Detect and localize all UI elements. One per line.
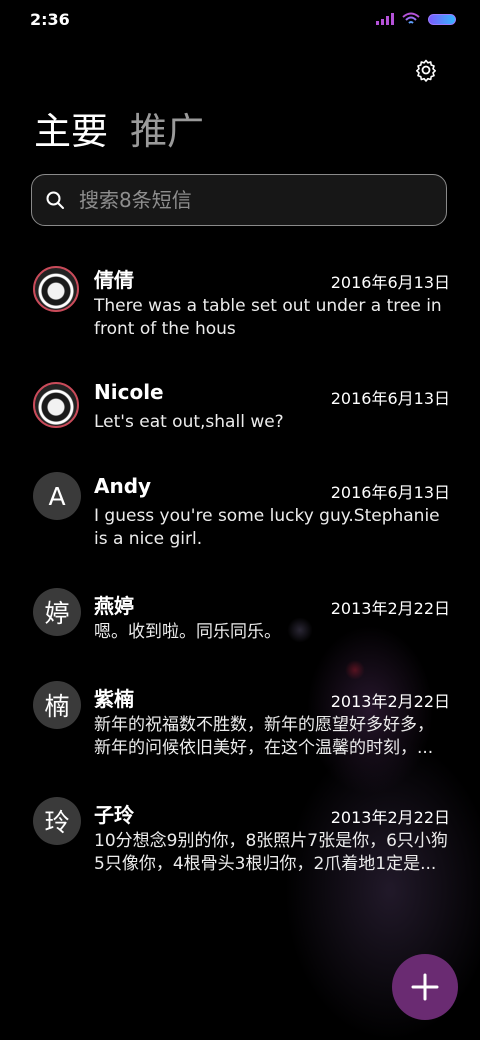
- sender-name: Andy: [94, 474, 152, 498]
- message-item[interactable]: 楠 紫楠 2013年2月22日 新年的祝福数不胜数，新年的愿望好多好多，新年的问…: [0, 681, 480, 771]
- avatar: 玲: [33, 797, 81, 845]
- avatar: 婷: [33, 588, 81, 636]
- message-preview: 新年的祝福数不胜数，新年的愿望好多好多，新年的问候依旧美好，在这个温馨的时刻，.…: [94, 715, 434, 758]
- battery-icon: [428, 13, 456, 25]
- compose-button[interactable]: [392, 954, 458, 1020]
- search-input[interactable]: [77, 187, 411, 213]
- settings-button[interactable]: [412, 56, 440, 84]
- message-item[interactable]: 玲 子玲 2013年2月22日 10分想念9别的你，8张照片7张是你，6只小狗5…: [0, 797, 480, 887]
- status-icons: [376, 12, 456, 26]
- sender-name: 燕婷: [94, 594, 134, 618]
- message-item[interactable]: A Andy 2016年6月13日 I guess you're some lu…: [0, 472, 480, 562]
- message-date: 2013年2月22日: [330, 599, 450, 618]
- tab-primary[interactable]: 主要: [34, 108, 108, 156]
- message-date: 2016年6月13日: [330, 273, 450, 292]
- message-preview: 嗯。收到啦。同乐同乐。: [94, 622, 281, 642]
- status-time: 2:36: [30, 10, 70, 29]
- wifi-icon: [402, 12, 420, 24]
- message-preview: There was a table set out under a tree i…: [94, 296, 442, 339]
- search-bar[interactable]: [31, 174, 447, 226]
- message-date: 2016年6月13日: [330, 483, 450, 502]
- avatar: [33, 266, 79, 312]
- plus-icon: [411, 973, 439, 1001]
- sender-name: 倩倩: [94, 268, 134, 292]
- gear-icon: [416, 59, 436, 82]
- message-preview: 10分想念9别的你，8张照片7张是你，6只小狗5只像你，4根骨头3根归你，2爪着…: [94, 831, 448, 874]
- message-date: 2013年2月22日: [330, 808, 450, 827]
- avatar: A: [33, 472, 81, 520]
- message-preview: Let's eat out,shall we?: [94, 412, 284, 432]
- sender-name: 紫楠: [94, 687, 134, 711]
- status-bar: 2:36: [0, 0, 480, 40]
- message-item[interactable]: 倩倩 2016年6月13日 There was a table set out …: [0, 262, 480, 352]
- sender-name: 子玲: [94, 803, 134, 827]
- search-icon: [45, 190, 65, 210]
- sender-name: Nicole: [94, 380, 164, 404]
- avatar: [33, 382, 79, 428]
- message-item[interactable]: 婷 燕婷 2013年2月22日 嗯。收到啦。同乐同乐。: [0, 588, 480, 658]
- tab-promotions[interactable]: 推广: [130, 108, 204, 156]
- message-date: 2016年6月13日: [330, 389, 450, 408]
- avatar: 楠: [33, 681, 81, 729]
- message-preview: I guess you're some lucky guy.Stephanie …: [94, 506, 440, 549]
- tab-bar: 主要 推广: [34, 108, 204, 156]
- signal-icon: [376, 13, 394, 25]
- message-item[interactable]: Nicole 2016年6月13日 Let's eat out,shall we…: [0, 378, 480, 448]
- message-date: 2013年2月22日: [330, 692, 450, 711]
